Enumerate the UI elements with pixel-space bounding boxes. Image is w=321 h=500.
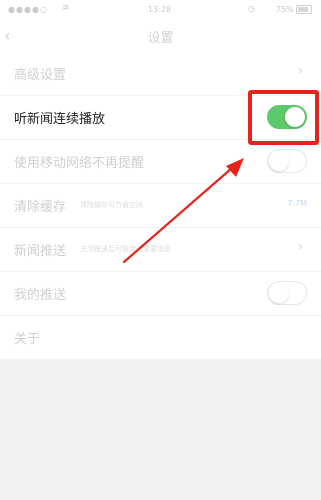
- pointer-arrow-icon: [122, 158, 244, 264]
- settings-screen: ●●●●○ ≋ 13:28 ◷ 75% ‹ 设置 高级设置 › 听新闻连续播放 …: [0, 0, 321, 500]
